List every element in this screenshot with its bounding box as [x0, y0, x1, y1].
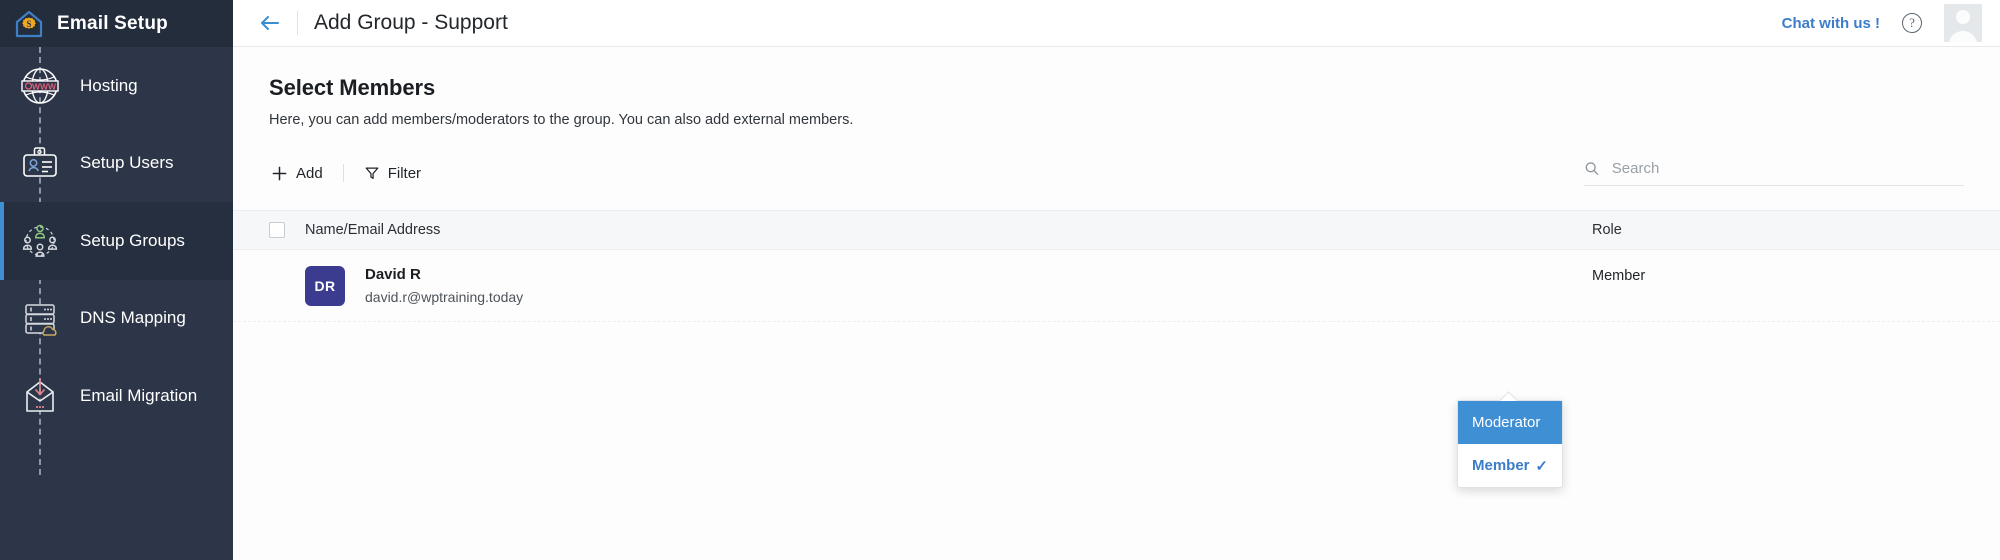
- plus-icon: [272, 166, 287, 180]
- sidebar-item-setup-groups[interactable]: Setup Groups: [0, 202, 233, 280]
- table-header-row: Name/Email Address Role: [233, 210, 2000, 250]
- check-icon: ✓: [1535, 457, 1548, 475]
- app-root: S Email Setup WWW Hosting Setup Users Se…: [0, 0, 2000, 560]
- sidebar-item-label: Setup Users: [80, 153, 174, 173]
- filter-label: Filter: [387, 164, 422, 182]
- server-cloud-icon: [14, 292, 66, 344]
- svg-text:WWW: WWW: [32, 81, 57, 91]
- sidebar-item-label: Email Migration: [80, 385, 198, 405]
- person-email: david.r@wptraining.today: [365, 289, 524, 305]
- filter-button[interactable]: Filter: [362, 163, 423, 184]
- role-option-member[interactable]: Member ✓: [1458, 444, 1562, 487]
- role-value[interactable]: Member: [1592, 268, 1964, 284]
- chat-with-us-link[interactable]: Chat with us !: [1782, 15, 1880, 32]
- avatar: DR: [305, 265, 345, 306]
- id-card-icon: [14, 137, 66, 189]
- role-option-label: Member: [1472, 457, 1530, 474]
- funnel-icon: [365, 167, 379, 179]
- column-header-name: Name/Email Address: [305, 222, 441, 238]
- sidebar-item-label: DNS Mapping: [80, 308, 186, 328]
- question-mark-icon[interactable]: ?: [1902, 13, 1922, 33]
- search-icon: [1585, 162, 1599, 175]
- sidebar-item-setup-users[interactable]: Setup Users: [0, 125, 233, 203]
- brand-title: Email Setup: [57, 12, 168, 34]
- page-title: Add Group - Support: [314, 11, 508, 34]
- group-users-icon: [14, 215, 66, 267]
- globe-www-icon: WWW: [14, 60, 66, 112]
- sidebar-item-label: Setup Groups: [80, 230, 185, 250]
- sidebar-brand: S Email Setup: [0, 0, 233, 47]
- role-option-label: Moderator: [1472, 414, 1541, 431]
- select-all-checkbox[interactable]: [269, 222, 285, 238]
- person-name: David R: [365, 266, 421, 283]
- sidebar: S Email Setup WWW Hosting Setup Users Se…: [0, 0, 233, 560]
- sidebar-item-dns-mapping[interactable]: DNS Mapping: [0, 280, 233, 358]
- topbar-actions: Chat with us ! ?: [1782, 4, 1982, 42]
- search-box[interactable]: [1584, 160, 1964, 186]
- column-header-role: Role: [1592, 222, 1622, 238]
- sidebar-nav: WWW Hosting Setup Users Setup Groups DNS…: [0, 47, 233, 475]
- members-table: Name/Email Address Role DR David R david…: [233, 210, 2000, 322]
- add-button[interactable]: Add: [269, 163, 325, 184]
- role-option-moderator[interactable]: Moderator: [1458, 401, 1562, 444]
- sidebar-item-label: Hosting: [80, 75, 138, 95]
- table-row[interactable]: DR David R david.r@wptraining.today Memb…: [233, 250, 2000, 322]
- select-members-description: Here, you can add members/moderators to …: [269, 112, 854, 128]
- topbar-divider: [297, 11, 298, 35]
- select-members-heading: Select Members: [269, 75, 436, 100]
- search-input[interactable]: [1611, 160, 1964, 177]
- toolbar: Add Filter: [269, 156, 1964, 190]
- user-avatar-icon[interactable]: [1944, 4, 1982, 42]
- role-dropdown-menu[interactable]: Moderator Member ✓: [1457, 400, 1563, 488]
- main-area: Add Group - Support Chat with us ! ? Sel…: [233, 0, 2000, 560]
- select-all-checkbox-cell: [269, 222, 305, 238]
- content-area: Select Members Here, you can add members…: [233, 47, 2000, 488]
- add-label: Add: [296, 164, 323, 182]
- person-info: David R david.r@wptraining.today: [365, 266, 523, 305]
- house-gear-icon: S: [13, 8, 45, 40]
- topbar: Add Group - Support Chat with us ! ?: [233, 0, 2000, 47]
- svg-text:S: S: [26, 19, 31, 29]
- envelope-download-icon: [14, 370, 66, 422]
- sidebar-item-hosting[interactable]: WWW Hosting: [0, 47, 233, 125]
- sidebar-item-email-migration[interactable]: Email Migration: [0, 357, 233, 435]
- arrow-left-icon[interactable]: [253, 6, 287, 40]
- toolbar-divider: [342, 164, 344, 182]
